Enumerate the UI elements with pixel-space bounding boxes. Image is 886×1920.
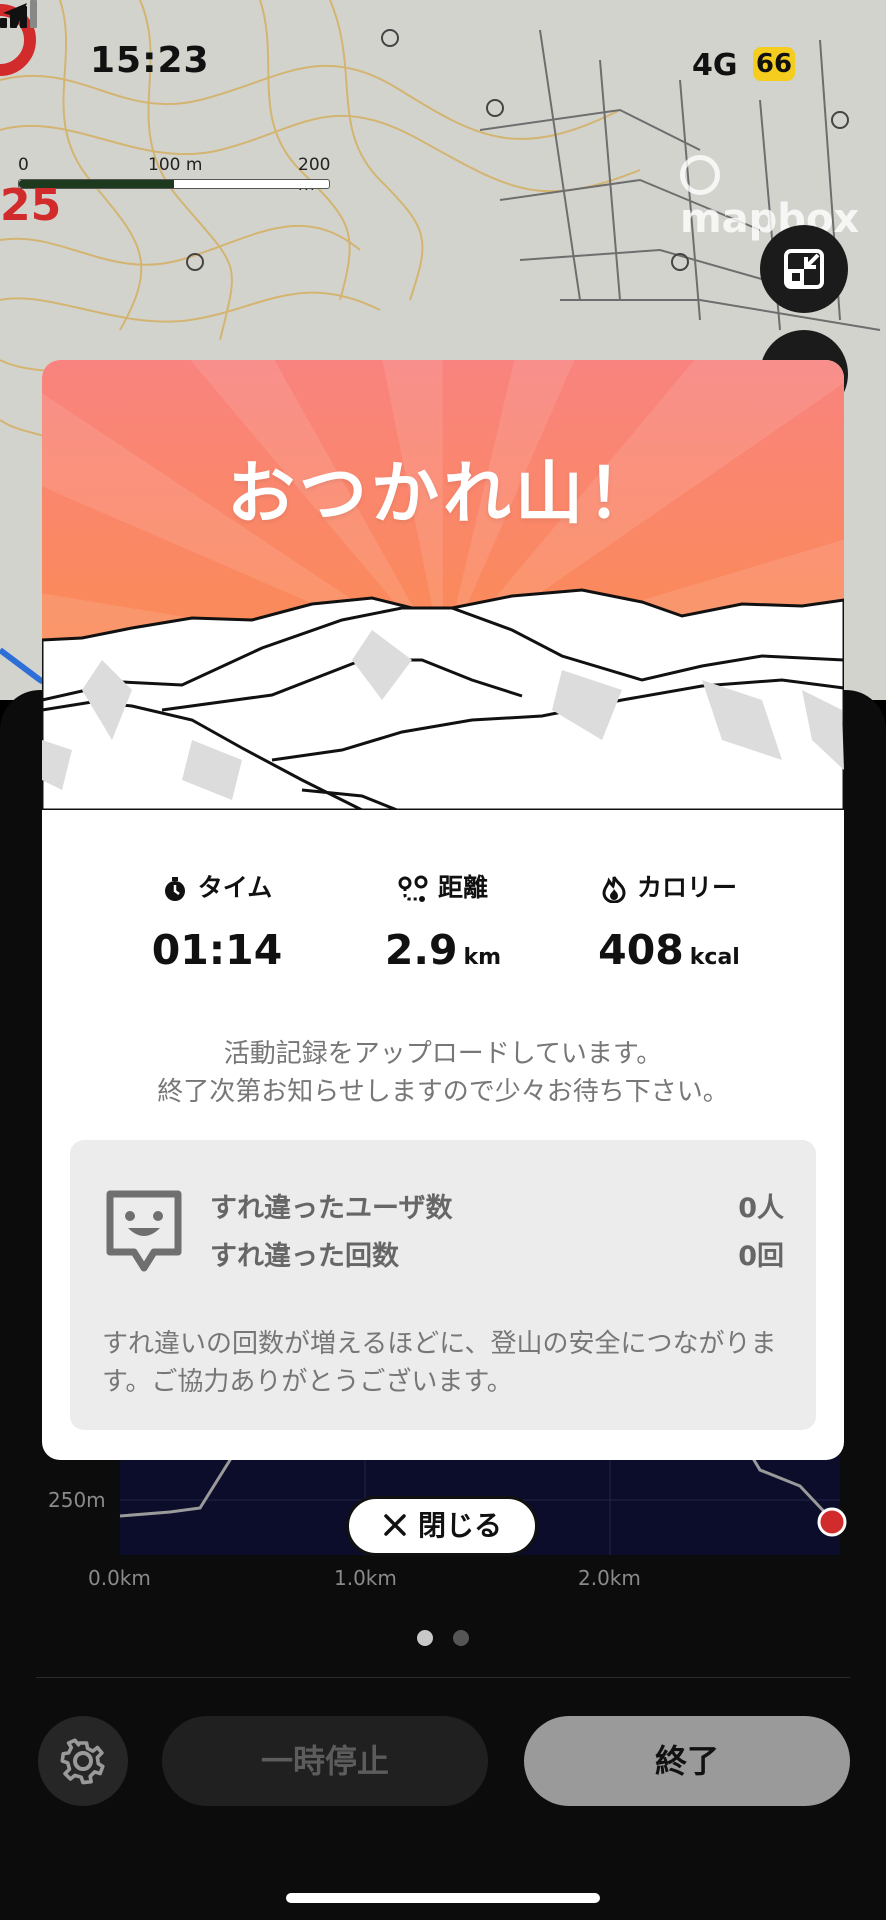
signal-bars-icon xyxy=(0,0,37,28)
close-button[interactable]: 閉じる xyxy=(346,1496,538,1556)
page-indicator[interactable] xyxy=(0,1630,886,1650)
face-chat-icon xyxy=(106,1190,182,1272)
stat-distance-label: 距離 xyxy=(437,873,488,902)
upload-message-line-1: 活動記録をアップロードしています。 xyxy=(223,1039,663,1069)
close-icon xyxy=(384,1514,406,1536)
stat-time-label: タイム xyxy=(197,873,273,902)
passing-count-value: 0回 xyxy=(738,1241,784,1272)
upload-message: 活動記録をアップロードしています。 終了次第お知らせしますので少々お待ち下さい。 xyxy=(42,1035,844,1111)
stat-calories-unit: kcal xyxy=(689,945,740,970)
status-time: 15:23 xyxy=(90,40,210,81)
flame-icon xyxy=(602,876,626,904)
stat-time-value: 01:14 xyxy=(151,926,283,974)
scale-label-100: 100 m xyxy=(148,155,203,175)
passing-count-label: すれ違った回数 xyxy=(210,1241,399,1272)
stat-calories-label: カロリー xyxy=(636,873,737,902)
stopwatch-icon xyxy=(164,877,185,901)
home-indicator[interactable] xyxy=(286,1893,600,1903)
stats-row: タイム 01:14 距離 2.9 km カロリー 408 kcal xyxy=(42,870,844,1000)
status-bar: 15:23 4G 66 xyxy=(0,0,886,130)
chart-x-label-1: 1.0km xyxy=(334,1566,397,1590)
scale-label-0: 0 xyxy=(18,155,29,175)
chart-y-label: 250m xyxy=(48,1488,106,1512)
passing-info-box: すれ違ったユーザ数 0人 すれ違った回数 0回 すれ違いの回数が増えるほどに、登… xyxy=(70,1140,816,1430)
mapbox-logo-icon xyxy=(680,155,720,195)
map-red-label: 25 xyxy=(0,180,62,231)
upload-message-line-2: 終了次第お知らせしますので少々お待ち下さい。 xyxy=(157,1077,729,1107)
completion-modal: おつかれ山！ タイム 01:14 距離 2.9 km カロリー 408 kcal… xyxy=(42,360,844,1460)
passing-note: すれ違いの回数が増えるほどに、登山の安全につながります。ご協力ありがとうございま… xyxy=(102,1329,777,1397)
hero-banner: おつかれ山！ xyxy=(42,360,844,822)
network-type: 4G xyxy=(692,48,738,83)
route-icon xyxy=(398,875,428,902)
settings-button[interactable] xyxy=(38,1716,128,1806)
page-dot-1[interactable] xyxy=(417,1630,434,1646)
passing-users-label: すれ違ったユーザ数 xyxy=(210,1193,453,1224)
stat-calories-value: 408 xyxy=(598,926,684,974)
chart-x-label-2: 2.0km xyxy=(578,1566,641,1590)
stat-time: タイム 01:14 xyxy=(102,870,332,974)
close-button-label: 閉じる xyxy=(417,1509,502,1542)
passing-users-value: 0人 xyxy=(738,1193,784,1224)
mountain-illustration xyxy=(42,360,844,822)
map-scale: 0 100 m 200 m xyxy=(18,155,338,195)
modal-title: おつかれ山！ xyxy=(226,455,659,534)
stat-distance: 距離 2.9 km xyxy=(328,870,558,974)
scale-label-200: 200 m xyxy=(298,155,331,195)
battery-indicator: 66 xyxy=(753,47,795,81)
page-dot-2[interactable] xyxy=(452,1630,469,1646)
pause-button[interactable]: 一時停止 xyxy=(162,1716,488,1806)
gear-icon xyxy=(60,1738,105,1785)
stat-distance-unit: km xyxy=(463,945,502,970)
scale-bar xyxy=(18,179,330,189)
collapse-arrows-icon xyxy=(784,249,824,289)
divider xyxy=(36,1677,850,1678)
chart-x-label-0: 0.0km xyxy=(88,1566,151,1590)
map-expand-button[interactable] xyxy=(760,225,848,313)
end-button[interactable]: 終了 xyxy=(524,1716,850,1806)
stat-distance-value: 2.9 xyxy=(384,926,458,974)
stat-calories: カロリー 408 kcal xyxy=(554,870,784,974)
